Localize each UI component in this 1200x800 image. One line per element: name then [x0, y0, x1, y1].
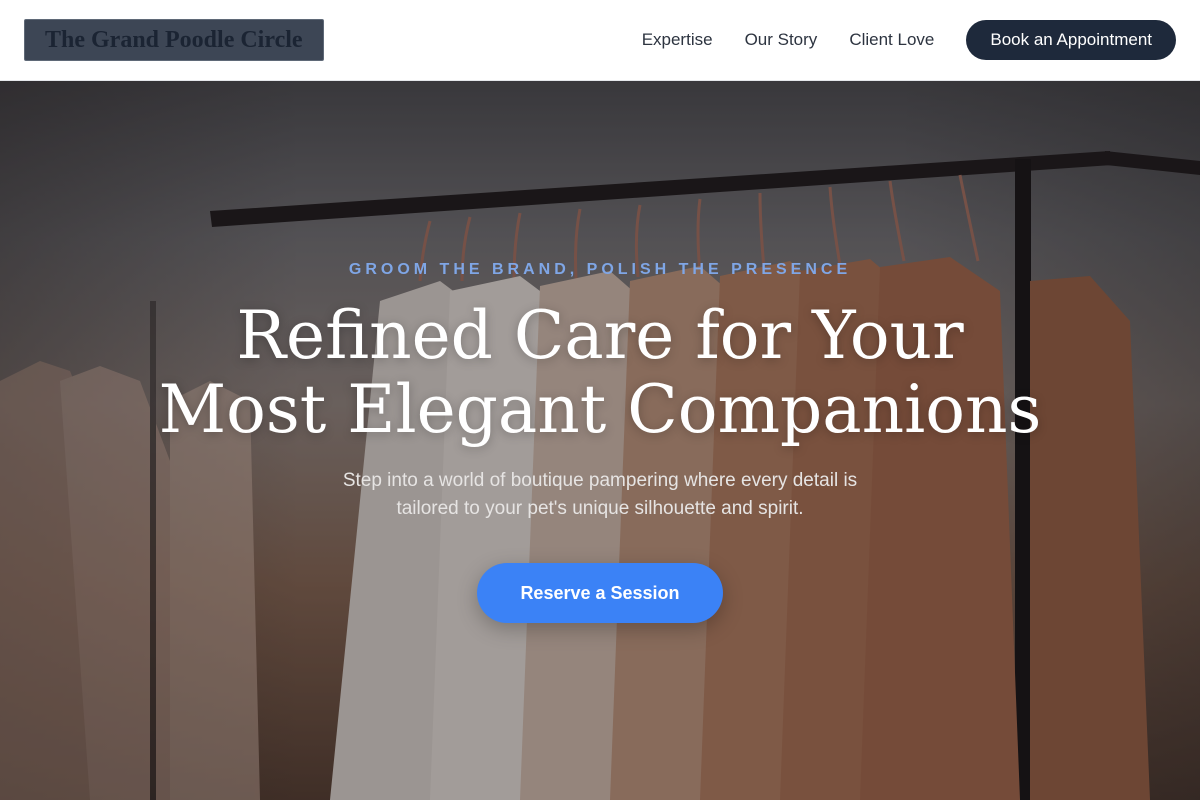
hero-headline-line: Most Elegant Companions [158, 371, 1042, 448]
nav-link-expertise[interactable]: Expertise [642, 30, 713, 50]
hero-headline-line: Refined Care for Your [236, 297, 964, 374]
hero-subtext-line: Step into a world of boutique pampering … [342, 470, 858, 491]
nav-link-client-love[interactable]: Client Love [849, 30, 934, 50]
hero-subtext-line: tailored to your pet's unique silhouette… [396, 498, 804, 519]
hero-subtext: Step into a world of boutique pampering … [280, 467, 920, 523]
hero-content: GROOM THE BRAND, POLISH THE PRESENCE Ref… [0, 81, 1200, 800]
site-header: The Grand Poodle Circle Expertise Our St… [0, 0, 1200, 81]
reserve-session-button[interactable]: Reserve a Session [477, 563, 723, 623]
book-appointment-button[interactable]: Book an Appointment [966, 20, 1176, 60]
site-logo[interactable]: The Grand Poodle Circle [24, 19, 324, 61]
hero-section: GROOM THE BRAND, POLISH THE PRESENCE Ref… [0, 81, 1200, 800]
main-nav: Expertise Our Story Client Love Book an … [642, 20, 1176, 60]
hero-eyebrow: GROOM THE BRAND, POLISH THE PRESENCE [348, 261, 852, 278]
nav-link-our-story[interactable]: Our Story [745, 30, 818, 50]
hero-headline: Refined Care for Your Most Elegant Compa… [100, 299, 1100, 447]
